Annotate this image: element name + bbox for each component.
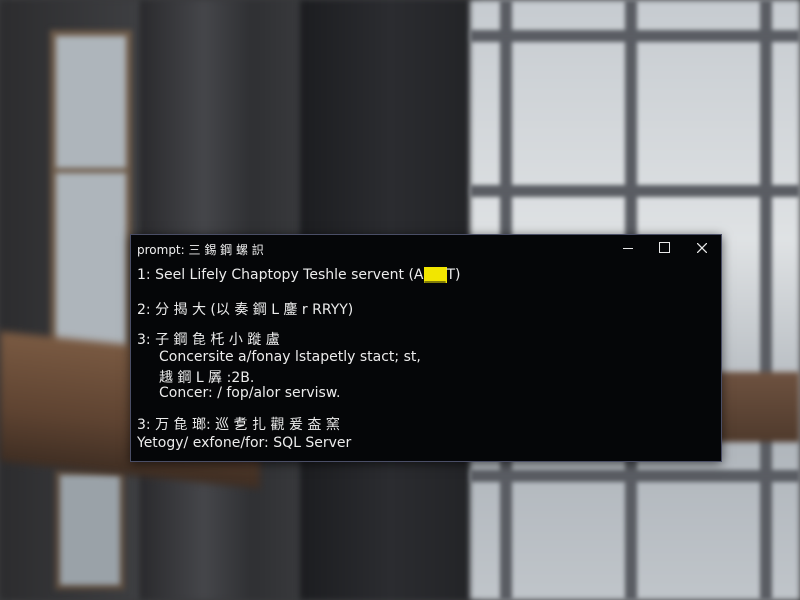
console-output[interactable]: 1: Seel Lifely Chaptopy Teshle servent (… <box>137 267 715 455</box>
window-frame <box>470 470 800 482</box>
close-icon <box>696 242 708 254</box>
window-frame <box>760 0 772 600</box>
window-frame <box>470 185 800 197</box>
console-line: 䞲 鋼 L 羼 :2B. <box>159 370 255 386</box>
maximize-button[interactable] <box>653 239 675 257</box>
title-bar[interactable]: prompt: 三 錫 鋼 螺 䛊 <box>131 235 721 261</box>
console-line: Concer: / fop/alor servisw. <box>159 385 341 401</box>
highlighted-token: ___ <box>423 267 447 283</box>
window-frame <box>470 30 800 42</box>
console-line-text: 1: Seel Lifely Chaptopy Teshle servent (… <box>137 267 424 283</box>
console-line: 1: Seel Lifely Chaptopy Teshle servent (… <box>137 267 461 283</box>
console-line: 3: 万 㲋 瑯: 巡 乽 扎 觀 爰 盇 窯 <box>137 417 340 433</box>
console-window[interactable]: prompt: 三 錫 鋼 螺 䛊 1: Seel Lifely Chaptop… <box>130 234 722 462</box>
window-title: prompt: 三 錫 鋼 螺 䛊 <box>137 243 264 257</box>
minimize-icon <box>623 248 633 249</box>
background-desk-right <box>715 372 800 442</box>
background-window-left-lower <box>55 470 125 590</box>
console-line: 3: 子 鋼 㲋 杔 小 蹝 盧 <box>137 332 280 348</box>
console-line: 2: 分 揭 ⼤ (以 奏 鋼 L 鏖 r RRYY) <box>137 302 354 318</box>
console-line: Yetogy/ exfone/for: SQL Server <box>137 435 352 451</box>
minimize-button[interactable] <box>617 239 639 257</box>
desktop-background: prompt: 三 錫 鋼 螺 䛊 1: Seel Lifely Chaptop… <box>0 0 800 600</box>
background-window-left <box>50 30 132 372</box>
console-line-text: T) <box>446 267 461 283</box>
maximize-icon <box>658 241 670 253</box>
console-line: Concersite a/fonay lstapetly stact; st, <box>159 349 421 365</box>
close-button[interactable] <box>691 239 713 257</box>
